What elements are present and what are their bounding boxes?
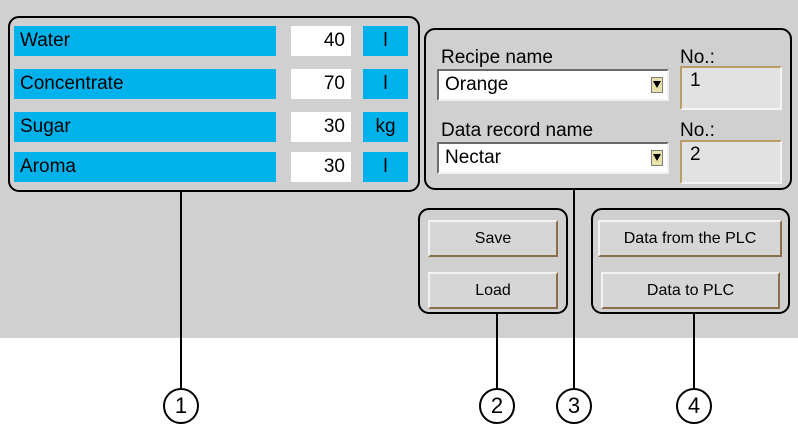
data-record-number-field: 2	[680, 140, 782, 184]
callout-4: 4	[676, 388, 712, 424]
ingredient-label: Aroma	[14, 152, 276, 182]
data-record-name-label: Data record name	[441, 120, 594, 141]
recipe-name-label: Recipe name	[441, 47, 553, 68]
callout-line-2	[496, 314, 498, 388]
ingredient-value-input[interactable]: 70	[291, 69, 351, 99]
ingredient-value-input[interactable]: 40	[291, 26, 351, 56]
data-record-name-dropdown[interactable]: Nectar	[437, 142, 669, 174]
recipe-number-field: 1	[680, 66, 782, 110]
ingredient-value-input[interactable]: 30	[291, 112, 351, 142]
load-button[interactable]: Load	[428, 272, 558, 309]
ingredient-value-input[interactable]: 30	[291, 152, 351, 182]
recipe-view-panel: Water 40 l Concentrate 70 l Sugar 30 kg …	[0, 0, 798, 338]
data-from-plc-button[interactable]: Data from the PLC	[598, 220, 782, 257]
callout-1: 1	[163, 388, 199, 424]
recipe-name-value: Orange	[445, 74, 509, 95]
callout-line-4	[693, 314, 695, 388]
ingredient-label: Water	[14, 26, 276, 56]
dropdown-arrow-icon[interactable]	[651, 77, 663, 93]
callout-line-1	[180, 192, 182, 388]
callout-line-3	[573, 190, 575, 388]
recipe-name-dropdown[interactable]: Orange	[437, 69, 669, 101]
callout-3: 3	[556, 388, 592, 424]
save-button[interactable]: Save	[428, 220, 558, 257]
ingredient-unit: kg	[363, 112, 408, 142]
dropdown-arrow-icon[interactable]	[651, 150, 663, 166]
ingredient-label: Concentrate	[14, 69, 276, 99]
ingredient-unit: l	[363, 152, 408, 182]
data-record-name-value: Nectar	[445, 147, 501, 168]
data-record-no-label: No.:	[680, 120, 715, 141]
ingredient-unit: l	[363, 26, 408, 56]
ingredient-unit: l	[363, 69, 408, 99]
data-to-plc-button[interactable]: Data to PLC	[601, 272, 780, 309]
callout-2: 2	[479, 388, 515, 424]
ingredient-label: Sugar	[14, 112, 276, 142]
